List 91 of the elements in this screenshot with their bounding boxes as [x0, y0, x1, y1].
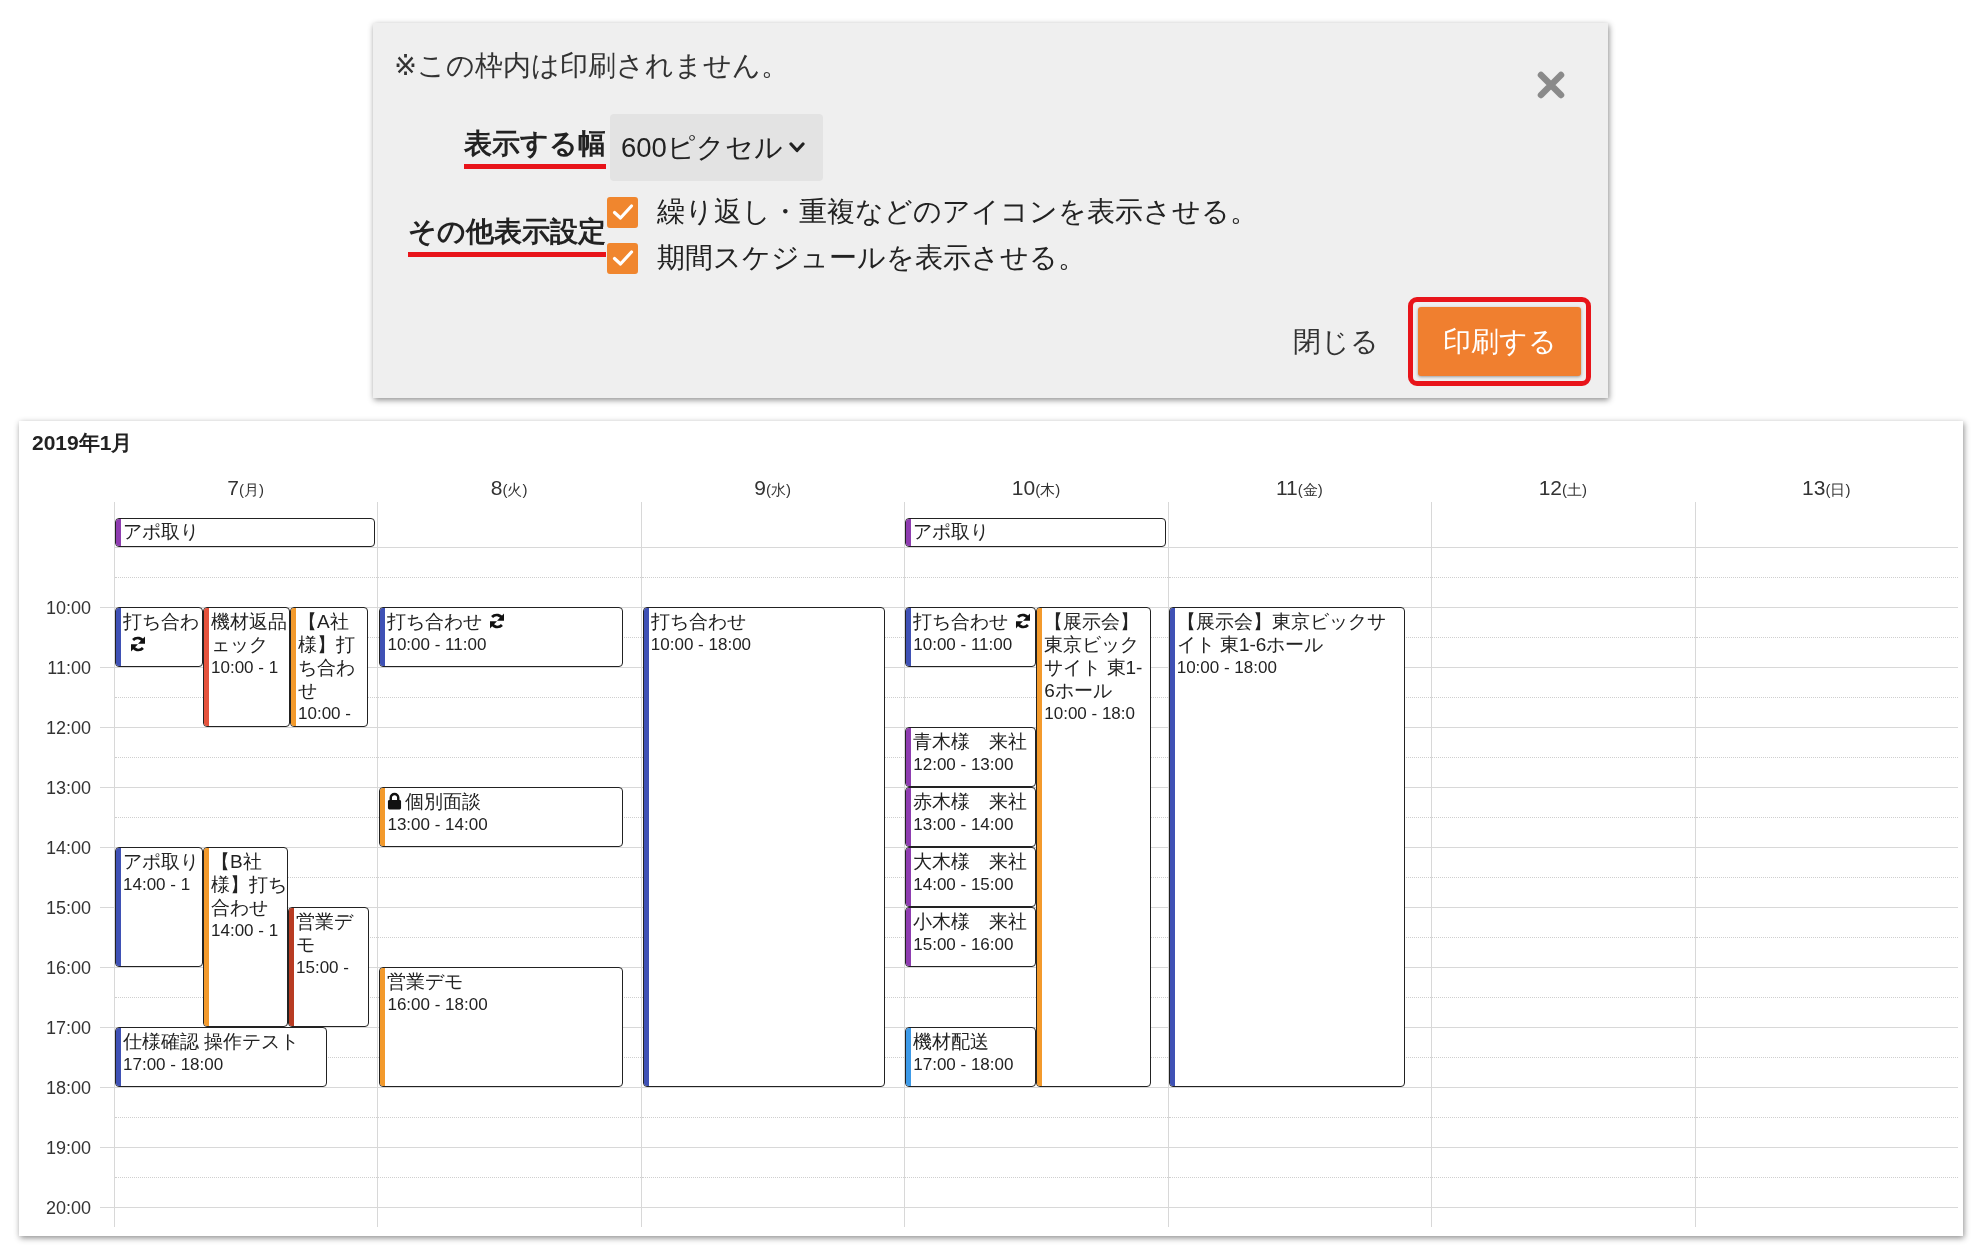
event-card[interactable]: 機材配送 17:00 - 18:00 — [905, 1027, 1037, 1087]
event-time: 15:00 - — [296, 957, 349, 979]
time-label: 20:00 — [45, 1198, 91, 1218]
event-title: アポ取り — [913, 521, 990, 542]
event-card[interactable]: 大木様 来社 14:00 - 15:00 — [905, 847, 1037, 907]
event-time: 16:00 - 18:00 — [387, 994, 488, 1016]
day-header: 12(土) — [1538, 476, 1587, 501]
event-card[interactable]: 【B社様】打ち合わせ 14:00 - 1 — [203, 847, 288, 1027]
notice-text: ※この枠内は印刷されません。 — [394, 49, 790, 83]
event-time: 10:00 - 18:00 — [650, 634, 752, 656]
all-day-event[interactable]: アポ取り — [905, 518, 1166, 547]
time-label: 10:00 — [45, 598, 91, 618]
event-title: 打ち合わせ — [387, 611, 483, 632]
event-title: 打ち合わせ — [913, 611, 1009, 632]
event-title: 大木様 来社 — [913, 851, 1028, 872]
event-title: 青木様 来社 — [913, 731, 1028, 752]
day-header: 7(月) — [227, 476, 265, 501]
all-day-event[interactable]: アポ取り — [115, 518, 376, 547]
event-title: 赤木様 来社 — [913, 791, 1028, 812]
event-time: 14:00 - 15:00 — [913, 874, 1014, 896]
time-label: 14:00 — [45, 838, 91, 858]
event-title: 【B社様】打ち合わせ — [211, 851, 287, 918]
event-title: 機材返品ェック — [211, 611, 287, 655]
event-time: 10:00 - 1 — [211, 657, 279, 679]
time-label: 17:00 — [45, 1018, 91, 1038]
event-title: アポ取り — [123, 521, 199, 542]
event-title: 打ち合わ — [123, 611, 199, 632]
event-title: 営業デモ — [296, 911, 353, 955]
time-label: 12:00 — [45, 718, 91, 738]
time-label: 13:00 — [45, 778, 91, 798]
day-header: 10(木) — [1011, 476, 1061, 501]
event-card[interactable]: 仕様確認 操作テスト 17:00 - 18:00 — [115, 1027, 327, 1087]
event-title: 【A社様】打ち合わせ — [298, 611, 355, 701]
event-time: 10:00 - 11:00 — [913, 634, 1013, 656]
event-time: 10:00 - — [298, 703, 351, 725]
event-time: 12:00 - 13:00 — [913, 754, 1014, 776]
event-time: 17:00 - 18:00 — [123, 1054, 224, 1076]
event-time: 13:00 - 14:00 — [387, 814, 488, 836]
chevron-down-icon — [788, 142, 805, 153]
event-title: 仕様確認 操作テスト — [123, 1031, 300, 1052]
event-title: 打ち合わせ — [650, 611, 746, 632]
event-time: 13:00 - 14:00 — [913, 814, 1014, 836]
day-header: 11(金) — [1276, 476, 1323, 501]
event-card[interactable]: 打ち合わせ 10:00 - 18:00 — [642, 607, 885, 1087]
event-title: 【展示会】東京ビックサイト 東1-6ホール — [1176, 611, 1386, 655]
checkbox[interactable] — [607, 196, 638, 228]
checkmark-icon — [611, 249, 634, 267]
checkbox[interactable] — [607, 242, 638, 274]
month-title: 2019年1月 — [32, 431, 133, 455]
event-card[interactable]: 【A社様】打ち合わせ 10:00 - — [290, 607, 368, 727]
day-header: 8(火) — [490, 476, 528, 501]
event-card[interactable]: 打ち合わ — [115, 607, 203, 667]
width-dropdown[interactable]: 600ピクセル — [610, 114, 823, 181]
event-card[interactable]: 赤木様 来社 13:00 - 14:00 — [905, 787, 1037, 847]
event-card[interactable]: 機材返品ェック 10:00 - 1 — [203, 607, 290, 727]
event-card[interactable]: 【展示会】東京ビックサイト 東1-6ホール 10:00 - 18:0 — [1036, 607, 1152, 1087]
time-label: 18:00 — [45, 1078, 91, 1098]
close-icon[interactable] — [1536, 70, 1566, 100]
event-title: 営業デモ — [387, 971, 464, 992]
event-title: 個別面談 — [405, 791, 482, 812]
event-time: 15:00 - 16:00 — [913, 934, 1014, 956]
time-label: 16:00 — [45, 958, 91, 978]
event-time: 10:00 - 18:0 — [1044, 703, 1135, 725]
time-label: 15:00 — [45, 898, 91, 918]
event-title: 【展示会】東京ビックサイト 東1-6ホール — [1044, 611, 1143, 701]
event-card[interactable]: 打ち合わせ 10:00 - 11:00 — [379, 607, 624, 667]
event-time: 10:00 - 18:00 — [1176, 657, 1277, 679]
checkmark-icon — [611, 203, 634, 221]
field-label: 表示する幅 — [464, 126, 606, 169]
close-button[interactable]: 閉じる — [1293, 323, 1379, 360]
event-card[interactable]: 営業デモ 16:00 - 18:00 — [379, 967, 624, 1087]
option-label: 繰り返し・重複などのアイコンを表示させる。 — [657, 195, 1258, 229]
time-label: 11:00 — [47, 658, 91, 678]
event-title: アポ取り — [123, 851, 199, 872]
event-card[interactable]: 打ち合わせ 10:00 - 11:00 — [905, 607, 1037, 667]
day-header: 13(日) — [1802, 476, 1851, 501]
event-card[interactable]: 営業デモ 15:00 - — [288, 907, 369, 1027]
day-header: 9(水) — [754, 476, 791, 501]
event-time: 10:00 - 11:00 — [387, 634, 487, 656]
event-title: 機材配送 — [913, 1031, 990, 1052]
option-label: 期間スケジュールを表示させる。 — [657, 241, 1086, 275]
event-card[interactable]: 個別面談 13:00 - 14:00 — [379, 787, 624, 847]
event-card[interactable]: 青木様 来社 12:00 - 13:00 — [905, 727, 1037, 787]
event-time: 14:00 - 1 — [211, 920, 279, 942]
event-card[interactable]: 【展示会】東京ビックサイト 東1-6ホール 10:00 - 18:00 — [1168, 607, 1405, 1087]
time-label: 19:00 — [45, 1138, 91, 1158]
event-title: 小木様 来社 — [913, 911, 1028, 932]
event-time: 14:00 - 1 — [123, 874, 191, 896]
event-time: 17:00 - 18:00 — [913, 1054, 1014, 1076]
event-card[interactable]: アポ取り 14:00 - 1 — [115, 847, 203, 967]
event-card[interactable]: 小木様 来社 15:00 - 16:00 — [905, 907, 1037, 967]
